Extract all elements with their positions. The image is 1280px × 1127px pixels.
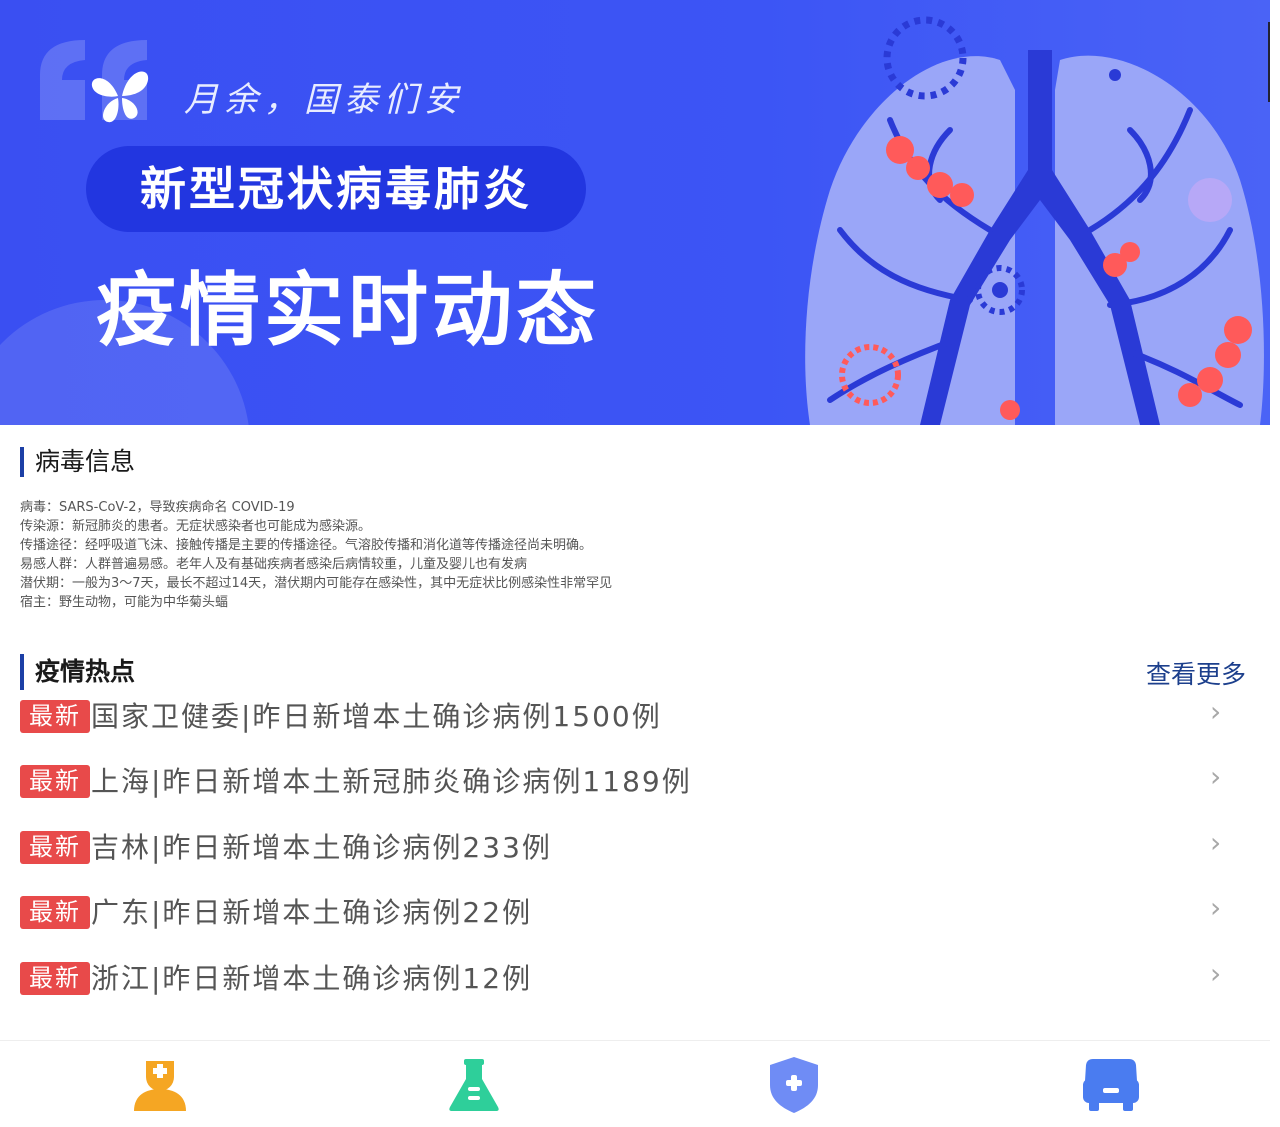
tab-protection[interactable] xyxy=(764,1055,824,1115)
hero-banner: 月余，国泰们安 新型冠状病毒肺炎 疫情实时动态 xyxy=(0,0,1270,425)
virus-info-line: 传染源：新冠肺炎的患者。无症状感染者也可能成为感染源。 xyxy=(20,519,372,534)
banner-headline: 疫情实时动态 xyxy=(96,264,600,357)
news-item[interactable]: 最新 广东|昨日新增本土确诊病例22例 › xyxy=(20,893,1230,933)
news-title: 广东|昨日新增本土确诊病例22例 xyxy=(91,896,533,929)
doctor-icon xyxy=(134,1061,186,1111)
virus-info-line: 潜伏期：一般为3～7天，最长不超过14天，潜伏期内可能存在感染性，其中无症状比例… xyxy=(20,576,613,591)
virus-info-line: 病毒：SARS-CoV-2，导致疾病命名 COVID-19 xyxy=(20,500,295,515)
scrollbar-thumb[interactable] xyxy=(1268,22,1270,102)
tab-lab[interactable] xyxy=(444,1055,504,1115)
tab-travel[interactable] xyxy=(1081,1055,1141,1115)
virus-info-block: 病毒：SARS-CoV-2，导致疾病命名 COVID-19 传染源：新冠肺炎的患… xyxy=(20,498,612,612)
virus-info-title: 病毒信息 xyxy=(20,447,135,477)
latest-badge: 最新 xyxy=(20,765,90,798)
news-item[interactable]: 最新 浙江|昨日新增本土确诊病例12例 › xyxy=(20,959,1230,999)
news-item[interactable]: 最新 国家卫健委|昨日新增本土确诊病例1500例 › xyxy=(20,697,1230,737)
news-item[interactable]: 最新 吉林|昨日新增本土确诊病例233例 › xyxy=(20,828,1230,868)
news-title: 吉林|昨日新增本土确诊病例233例 xyxy=(91,831,552,864)
lungs-illustration xyxy=(805,16,1264,425)
news-item[interactable]: 最新 上海|昨日新增本土新冠肺炎确诊病例1189例 › xyxy=(20,762,1230,802)
banner-slogan: 月余，国泰们安 xyxy=(184,80,464,120)
virus-info-line: 传播途径：经呼吸道飞沫、接触传播是主要的传播途径。气溶胶传播和消化道等传播途径尚… xyxy=(20,538,593,553)
news-title: 上海|昨日新增本土新冠肺炎确诊病例1189例 xyxy=(91,765,692,798)
flask-icon xyxy=(449,1059,499,1111)
latest-badge: 最新 xyxy=(20,831,90,864)
virus-info-line: 宿主：野生动物，可能为中华菊头蝠 xyxy=(20,595,229,610)
car-icon xyxy=(1083,1059,1139,1111)
bottom-tab-bar xyxy=(0,1040,1270,1127)
banner-pill-title: 新型冠状病毒肺炎 xyxy=(86,146,586,232)
latest-badge: 最新 xyxy=(20,962,90,995)
news-title: 浙江|昨日新增本土确诊病例12例 xyxy=(91,962,533,995)
chevron-right-icon: › xyxy=(1210,826,1222,859)
chevron-right-icon: › xyxy=(1210,957,1222,990)
hot-topics-title: 疫情热点 xyxy=(20,654,135,690)
chevron-right-icon: › xyxy=(1210,891,1222,924)
tab-doctor[interactable] xyxy=(130,1055,190,1115)
chevron-right-icon: › xyxy=(1210,695,1222,728)
butterfly-logo-icon xyxy=(91,71,149,123)
latest-badge: 最新 xyxy=(20,896,90,929)
shield-plus-icon xyxy=(770,1057,818,1113)
virus-info-line: 易感人群：人群普遍易感。老年人及有基础疾病者感染后病情较重，儿童及婴儿也有发病 xyxy=(20,557,528,572)
latest-badge: 最新 xyxy=(20,700,90,733)
chevron-right-icon: › xyxy=(1210,760,1222,793)
news-title: 国家卫健委|昨日新增本土确诊病例1500例 xyxy=(91,700,662,733)
view-more-link[interactable]: 查看更多 xyxy=(1146,655,1246,691)
